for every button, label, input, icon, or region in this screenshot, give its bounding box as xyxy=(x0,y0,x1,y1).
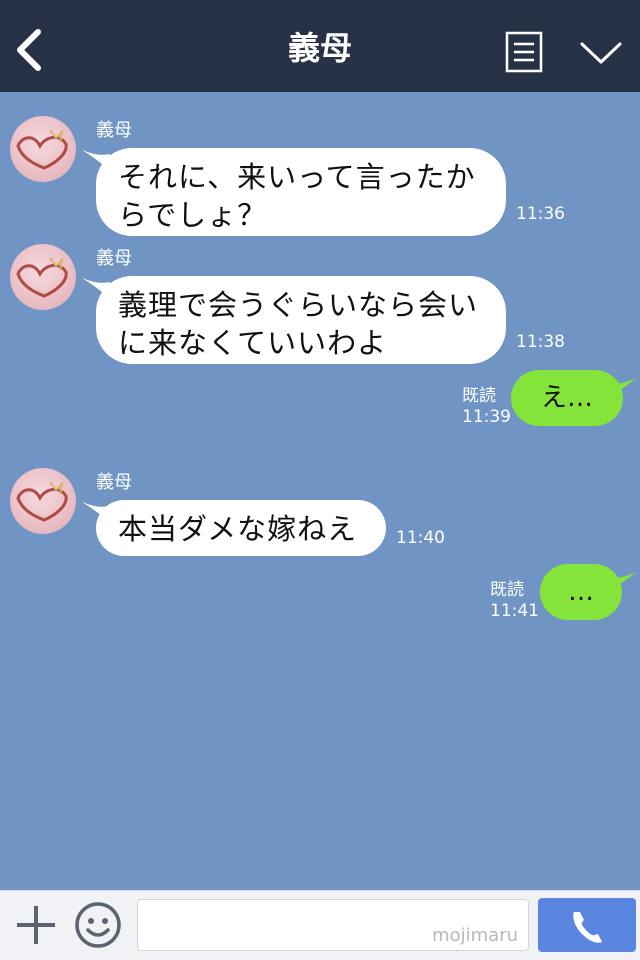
emoji-button[interactable] xyxy=(73,900,123,950)
read-status: 既読 11:41 xyxy=(490,580,539,622)
chevron-down-icon xyxy=(580,42,622,64)
message-input[interactable]: mojimaru xyxy=(137,899,529,951)
call-button[interactable] xyxy=(538,898,636,952)
watermark-text: mojimaru xyxy=(432,925,518,946)
chat-title: 義母 xyxy=(287,29,352,67)
message-time: 11:36 xyxy=(516,204,565,224)
message-bubble[interactable]: え… xyxy=(511,370,623,426)
message-time: 11:41 xyxy=(490,601,539,621)
message-bubble[interactable]: 義理で会うぐらいなら会い に来なくていいわよ xyxy=(96,276,506,364)
message-line: に来なくていいわよ xyxy=(118,326,388,360)
message-line: らでしょ？ xyxy=(118,198,268,232)
read-status: 既読 11:39 xyxy=(462,386,511,428)
read-label: 既読 xyxy=(490,580,524,600)
menu-button[interactable] xyxy=(504,30,544,74)
message-time: 11:38 xyxy=(516,332,565,352)
bubble-tail xyxy=(612,572,636,588)
message-time: 11:39 xyxy=(462,407,511,427)
avatar[interactable] xyxy=(10,468,76,534)
read-label: 既読 xyxy=(462,386,496,406)
plus-icon xyxy=(17,906,55,944)
chevron-left-icon xyxy=(17,29,41,71)
message-time: 11:40 xyxy=(396,528,445,548)
heart-ribbon-icon xyxy=(16,128,68,170)
sender-name: 義母 xyxy=(96,472,132,493)
chat-header: 義母 xyxy=(0,0,640,92)
emoji-icon xyxy=(75,902,121,948)
message-bubble[interactable]: それに、来いって言ったか らでしょ？ xyxy=(96,148,506,236)
avatar[interactable] xyxy=(10,244,76,310)
message-line: 義理で会うぐらいなら会い xyxy=(118,288,479,322)
message-bubble[interactable]: 本当ダメな嫁ねえ xyxy=(96,500,386,556)
phone-icon xyxy=(573,912,602,943)
document-icon xyxy=(505,31,543,73)
message-line: 本当ダメな嫁ねえ xyxy=(118,512,358,546)
avatar[interactable] xyxy=(10,116,76,182)
bubble-tail xyxy=(612,378,636,394)
collapse-button[interactable] xyxy=(578,36,624,70)
chat-area[interactable]: 義母 それに、来いって言ったか らでしょ？ 11:36 義母 義理で会うぐらいな… xyxy=(0,92,640,890)
heart-ribbon-icon xyxy=(16,480,68,522)
heart-ribbon-icon xyxy=(16,256,68,298)
back-button[interactable] xyxy=(6,22,56,78)
message-line: それに、来いって言ったか xyxy=(118,160,476,194)
add-button[interactable] xyxy=(14,903,58,947)
sender-name: 義母 xyxy=(96,120,132,141)
input-bar: mojimaru xyxy=(0,890,640,960)
sender-name: 義母 xyxy=(96,248,132,269)
